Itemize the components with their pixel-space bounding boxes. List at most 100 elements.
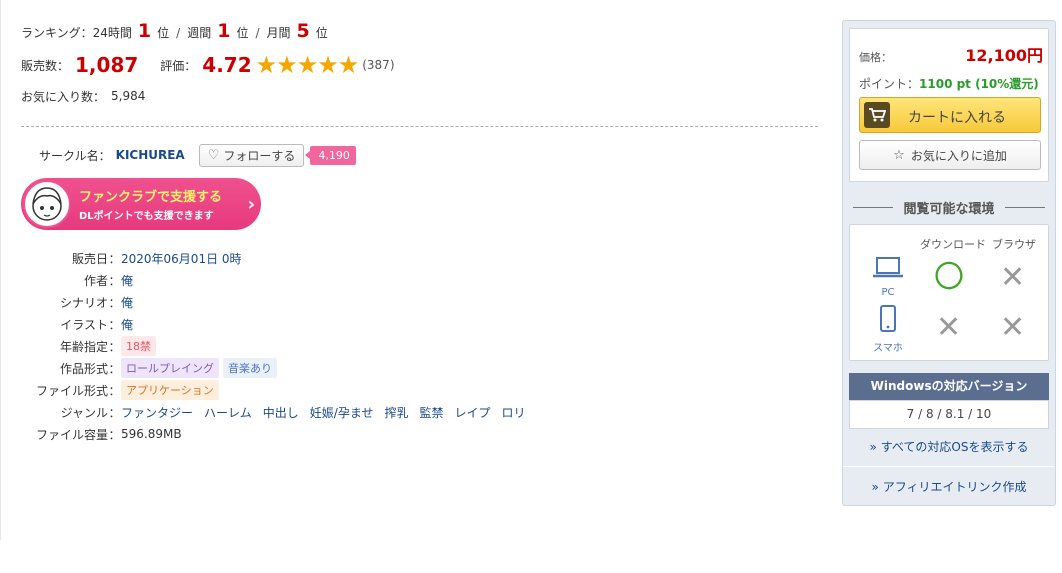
follow-button[interactable]: ♡ フォローする (198, 143, 305, 167)
spec-colon: ： (108, 317, 121, 332)
spec-colon: ： (108, 273, 121, 288)
env-device-pc: PC (866, 255, 910, 298)
spec-key: ジャンル (60, 405, 108, 420)
genre-link[interactable]: ハーレム (204, 404, 252, 421)
ranking-week-label: 週間 (187, 26, 212, 40)
chevron-right-icon: › (247, 194, 255, 215)
affiliate-link[interactable]: » アフィリエイトリンク作成 (849, 478, 1049, 495)
sales-value: 1,087 (75, 53, 139, 77)
star-icon: ☆ (893, 147, 905, 163)
price-label: 価格： (859, 51, 892, 64)
spec-key: イラスト (60, 317, 108, 332)
env-table: ダウンロード ブラウザ PC 〇 ✕ スマホ ✕ ✕ (849, 224, 1049, 361)
add-favorite-button[interactable]: ☆ お気に入りに追加 (859, 140, 1041, 170)
add-favorite-label: お気に入りに追加 (910, 148, 1007, 163)
genre-link[interactable]: 中出し (263, 404, 299, 421)
rating-stars-icon: ★★★★★ (255, 51, 360, 79)
ranking-unit: 位 (315, 26, 328, 40)
spec-key: 作品形式 (59, 361, 108, 376)
env-device-sp: スマホ (866, 305, 910, 354)
price-value: 12,100円 (965, 46, 1043, 65)
spec-key: シナリオ (59, 295, 108, 310)
release-date-link[interactable]: 2020年06月01日 0時 (121, 250, 242, 267)
heart-icon: ♡ (207, 147, 220, 163)
rating-label: 評価： (160, 58, 197, 73)
favorites-label: お気に入り数： (21, 89, 106, 104)
spec-colon: ： (108, 383, 121, 398)
spec-row-size: ファイル容量 ： 596.89MB (21, 423, 621, 445)
spec-colon: ： (108, 405, 121, 420)
ranking-week-value: 1 (217, 20, 231, 42)
env-col-download: ダウンロード (920, 238, 986, 251)
ranking-label: ランキング： (21, 26, 93, 40)
point-row: ポイント：1100 pt (10%還元) (859, 75, 1039, 92)
rating-value: 4.72 (202, 53, 252, 77)
filetype-tag[interactable]: アプリケーション (121, 380, 219, 400)
point-label: ポイント： (859, 77, 920, 91)
spec-row-age: 年齢指定 ： 18禁 (21, 335, 621, 357)
age-rating-tag[interactable]: 18禁 (121, 336, 156, 356)
sp-download-ng-icon: ✕ (936, 310, 962, 345)
spec-colon: ： (108, 295, 121, 310)
ranking-line: ランキング： 24時間 1 位 / 週間 1 位 / 月間 5 位 (21, 20, 818, 46)
fanclub-title: ファンクラブで支援する (79, 190, 223, 205)
buy-box: 価格： 12,100円 ポイント：1100 pt (10%還元) カートに入れる… (849, 28, 1049, 182)
ranking-unit: 位 (236, 26, 249, 40)
windows-version-list: 7 / 8 / 8.1 / 10 (849, 400, 1049, 429)
smartphone-icon (866, 305, 910, 339)
spec-row-author: 作者 ： 俺 (21, 269, 621, 291)
laptop-icon (866, 255, 910, 287)
fanclub-avatar-icon (23, 180, 71, 228)
genre-link[interactable]: 監禁 (420, 404, 444, 421)
ranking-sep: / (255, 26, 260, 40)
ranking-24h-value: 1 (137, 20, 152, 42)
circle-label: サークル名： (39, 148, 111, 163)
genre-link[interactable]: ファンタジー (121, 404, 193, 421)
divider (21, 126, 818, 127)
sales-line: 販売数： 1,087 評価： 4.72 ★★★★★ (387) (21, 48, 818, 82)
format-tag[interactable]: ロールプレイング (121, 358, 219, 378)
spec-row-genre: ジャンル ： ファンタジー ハーレム 中出し 妊娠/孕ませ 搾乳 監禁 レイプ … (21, 401, 621, 423)
env-device-sp-label: スマホ (873, 343, 903, 354)
scenario-link[interactable]: 俺 (121, 294, 133, 311)
spec-key: 作者 (83, 273, 108, 288)
favorites-line: お気に入り数： 5,984 (21, 83, 818, 109)
spec-row-format: 作品形式 ： ロールプレイング 音楽あり (21, 357, 621, 379)
spec-colon: ： (108, 361, 121, 376)
author-link[interactable]: 俺 (121, 272, 133, 289)
genre-link[interactable]: 搾乳 (384, 404, 408, 421)
env-title: 閲覧可能な環境 (849, 198, 1049, 217)
fanclub-subtitle: DLポイントでも支援できます (79, 211, 214, 222)
genre-link[interactable]: レイプ (455, 404, 491, 421)
ranking-month-value: 5 (296, 20, 310, 42)
spec-key: ファイル容量 (35, 427, 108, 442)
rating-count: (387) (362, 58, 395, 72)
env-device-pc-label: PC (881, 287, 895, 298)
format-tag[interactable]: 音楽あり (223, 358, 277, 378)
fanclub-banner[interactable]: ファンクラブで支援する DLポイントでも支援できます › (21, 178, 261, 230)
sp-browser-ng-icon: ✕ (1000, 310, 1026, 345)
spec-colon: ： (108, 427, 121, 442)
spec-row-release: 販売日 ： 2020年06月01日 0時 (21, 247, 621, 269)
work-info: ランキング： 24時間 1 位 / 週間 1 位 / 月間 5 位 販売数： 1… (21, 20, 818, 442)
env-col-browser: ブラウザ (992, 238, 1036, 251)
file-size-value: 596.89MB (121, 427, 182, 441)
spec-row-scenario: シナリオ ： 俺 (21, 291, 621, 313)
spec-key: ファイル形式 (35, 383, 108, 398)
favorites-value: 5,984 (111, 89, 146, 103)
circle-name-link[interactable]: KICHUREA (116, 148, 185, 162)
all-os-link[interactable]: » すべての対応OSを表示する (849, 438, 1049, 455)
follow-label: フォローする (223, 148, 296, 163)
add-to-cart-label: カートに入れる (908, 110, 1006, 126)
cart-icon (864, 102, 890, 128)
genre-link[interactable]: 妊娠/孕ませ (310, 404, 374, 421)
illust-link[interactable]: 俺 (121, 316, 133, 333)
purchase-panel: 価格： 12,100円 ポイント：1100 pt (10%還元) カートに入れる… (842, 20, 1056, 506)
spec-key: 販売日 (71, 251, 108, 266)
price-row: 価格： 12,100円 (859, 42, 1043, 66)
circle-line: サークル名： KICHUREA ♡ フォローする 4,190 (21, 143, 818, 167)
pc-download-ok-icon: 〇 (934, 260, 964, 295)
spec-row-filetype: ファイル形式 ： アプリケーション (21, 379, 621, 401)
genre-link[interactable]: ロリ (502, 404, 526, 421)
add-to-cart-button[interactable]: カートに入れる (859, 97, 1041, 133)
